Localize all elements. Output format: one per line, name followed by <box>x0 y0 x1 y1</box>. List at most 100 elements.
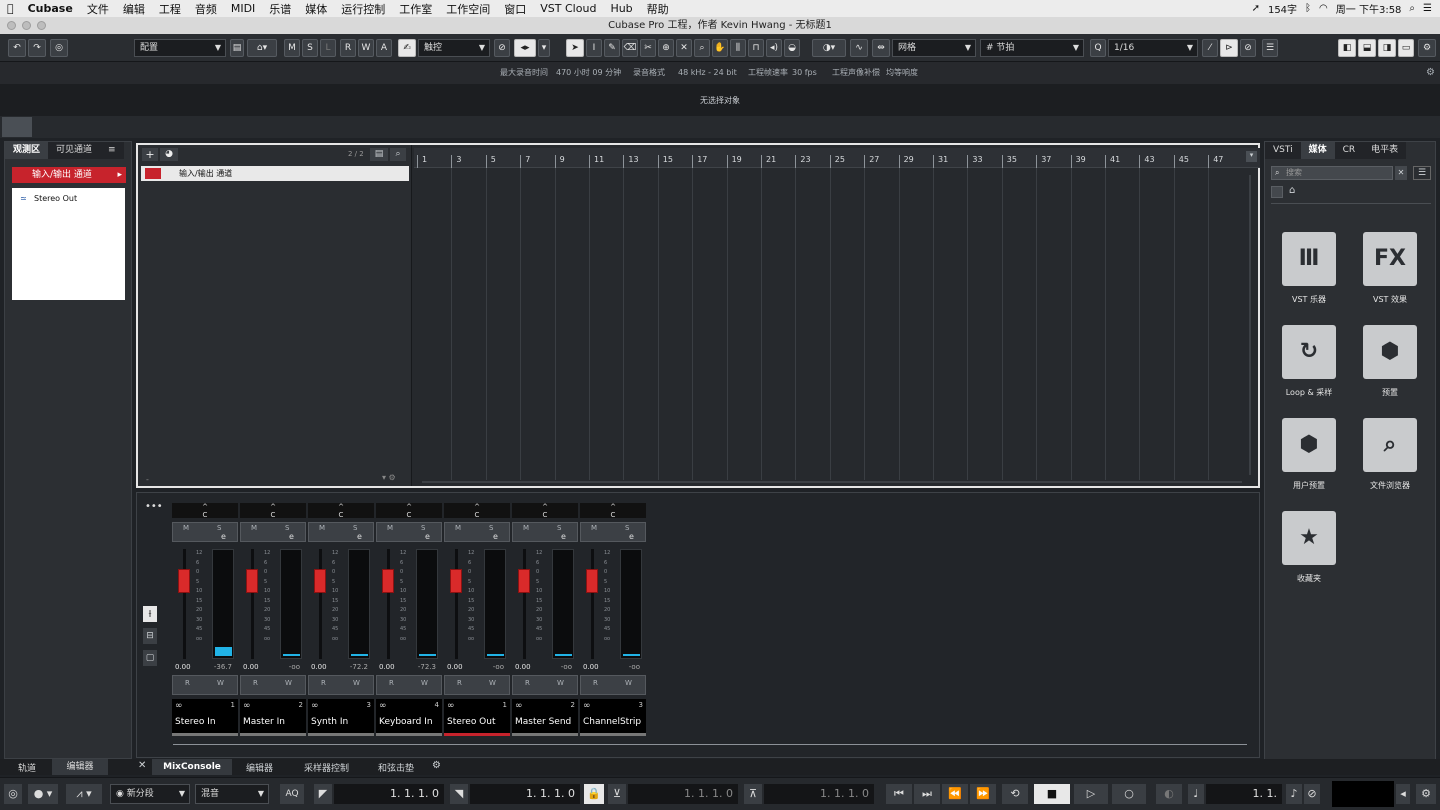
peak-value[interactable]: -36.7 <box>214 663 232 671</box>
file-browser-tile[interactable]: ⌕ <box>1363 418 1417 472</box>
spotlight-icon[interactable]: ⌕ <box>1409 3 1415 14</box>
write-automation-button[interactable]: W <box>217 679 224 687</box>
punch-toggle-icon[interactable]: ◐ <box>1156 784 1182 804</box>
tab-vsti[interactable]: VSTi <box>1265 142 1301 159</box>
color-tool-icon[interactable]: ◒ <box>784 39 800 57</box>
link-icon[interactable]: ∞ <box>175 701 183 711</box>
volume-fader[interactable]: 12 6 0 5 10 15 20 30 45 oo <box>246 549 272 659</box>
mute-button[interactable]: M <box>455 524 461 532</box>
mixer-scrollbar[interactable] <box>173 744 1247 745</box>
channel-name-box[interactable]: ∞ 3 ChannelStrip <box>580 699 646 733</box>
tab-visibility[interactable]: 可见通道 <box>48 142 101 159</box>
read-write-buttons[interactable]: RW <box>172 675 238 695</box>
fader-handle[interactable] <box>382 569 394 593</box>
transport-settings-gear-icon[interactable]: ⚙ <box>1416 784 1436 804</box>
stop-icon[interactable]: ■ <box>1034 784 1070 804</box>
channel-name-box[interactable]: ∞ 3 Synth In <box>308 699 374 733</box>
mute-solo-buttons[interactable]: M Se <box>240 522 306 542</box>
event-display[interactable] <box>414 145 1244 486</box>
mute-solo-buttons[interactable]: M Se <box>512 522 578 542</box>
auto-scroll-icon[interactable]: ◂▸ <box>514 39 536 57</box>
record-mode-select[interactable]: ◉ 新分段 ▼ <box>110 784 190 804</box>
mute-solo-buttons[interactable]: M Se <box>580 522 646 542</box>
config-menu-icon[interactable]: ⌂▾ <box>247 39 277 57</box>
read-automation-button[interactable]: R <box>525 679 530 687</box>
mute-tool-icon[interactable]: ✕ <box>676 39 692 57</box>
volume-value[interactable]: 0.00 <box>583 663 599 671</box>
minimize-window-button[interactable] <box>22 21 31 30</box>
solo-button[interactable]: S <box>285 524 289 532</box>
automation-off-icon[interactable]: ⊘ <box>494 39 510 57</box>
write-automation-button[interactable]: W <box>285 679 292 687</box>
pan-control[interactable]: ^ C <box>240 503 306 519</box>
redo-icon[interactable]: ↷ <box>28 39 46 57</box>
volume-fader[interactable]: 12 6 0 5 10 15 20 30 45 oo <box>382 549 408 659</box>
mute-solo-buttons[interactable]: M Se <box>376 522 442 542</box>
tab-editor-lower[interactable]: 编辑器 <box>246 761 273 774</box>
media-search-input[interactable]: ⌕ 搜索 <box>1271 166 1393 180</box>
link-icon[interactable]: ∞ <box>379 701 387 711</box>
color-menu-icon[interactable]: ◑▾ <box>812 39 846 57</box>
peak-value[interactable]: -oo <box>493 663 504 671</box>
go-to-start-icon[interactable]: ⏮ <box>886 784 912 804</box>
mute-button[interactable]: M <box>251 524 257 532</box>
read-automation-button[interactable]: R <box>340 39 356 57</box>
mute-button[interactable]: M <box>387 524 393 532</box>
tab-media[interactable]: 媒体 <box>1300 142 1335 159</box>
punch-out-icon[interactable]: ⊼ <box>744 784 762 804</box>
vst-instruments-tile[interactable]: Ⅲ <box>1282 232 1336 286</box>
primary-time-display[interactable]: 1. 1. <box>1206 784 1282 804</box>
read-write-buttons[interactable]: RW <box>444 675 510 695</box>
left-locator-icon[interactable]: ◤ <box>314 784 332 804</box>
menu-vst-cloud[interactable]: VST Cloud <box>533 2 603 15</box>
io-channel-button[interactable]: 输入/输出 通道 ▸ <box>12 167 126 183</box>
tab-tracks[interactable]: 轨道 <box>18 761 36 774</box>
close-window-button[interactable] <box>7 21 16 30</box>
fader-handle[interactable] <box>314 569 326 593</box>
peak-value[interactable]: -72.3 <box>418 663 436 671</box>
menu-audio[interactable]: 音频 <box>188 1 224 17</box>
menu-hub[interactable]: Hub <box>603 2 639 15</box>
mute-button[interactable]: M <box>319 524 325 532</box>
forward-icon[interactable]: ⏩ <box>970 784 996 804</box>
click-icon[interactable]: ♪ <box>1286 784 1302 804</box>
peak-value[interactable]: -oo <box>561 663 572 671</box>
transport-panel-toggle-icon[interactable]: ▭ <box>1398 39 1414 57</box>
tempo-track-icon[interactable]: ⊘ <box>1304 784 1320 804</box>
tab-chord-pads[interactable]: 和弦击垫 <box>378 761 414 774</box>
pan-control[interactable]: ^ C <box>444 503 510 519</box>
track-list-minus-icon[interactable]: - <box>146 475 149 484</box>
hand-tool-icon[interactable]: ✋ <box>712 39 728 57</box>
edit-channel-icon[interactable]: e <box>493 532 498 541</box>
edit-channel-icon[interactable]: e <box>221 532 226 541</box>
object-selection-tool-icon[interactable]: ➤ <box>566 39 584 57</box>
channel-name-box[interactable]: ∞ 1 Stereo Out <box>444 699 510 733</box>
menu-score[interactable]: 乐谱 <box>262 1 298 17</box>
tab-sampler-control[interactable]: 采样器控制 <box>304 761 349 774</box>
mute-button[interactable]: M <box>591 524 597 532</box>
meter-options-icon[interactable]: ◂ <box>1396 784 1410 804</box>
zoom-window-button[interactable] <box>37 21 46 30</box>
quantize-select[interactable]: 1/16 ▼ <box>1108 39 1198 57</box>
vertical-zoom-slider[interactable] <box>1249 175 1251 475</box>
pan-control[interactable]: ^ C <box>580 503 646 519</box>
configuration-select[interactable]: 配置 ▼ <box>134 39 226 57</box>
audio-record-mode-icon[interactable]: ⩘ ▾ <box>66 784 102 804</box>
read-automation-button[interactable]: R <box>457 679 462 687</box>
snap-type-select[interactable]: 网格 ▼ <box>892 39 976 57</box>
add-track-icon[interactable]: + <box>142 148 158 161</box>
mute-all-button[interactable]: M <box>284 39 300 57</box>
cycle-icon[interactable]: ⟲ <box>1002 784 1028 804</box>
toolbar-settings-gear-icon[interactable]: ⚙ <box>1418 39 1436 57</box>
record-mode-icon[interactable]: ● ▾ <box>28 784 58 804</box>
menu-edit[interactable]: 编辑 <box>116 1 152 17</box>
mute-button[interactable]: M <box>523 524 529 532</box>
solo-button[interactable]: S <box>557 524 561 532</box>
pan-control[interactable]: ^ C <box>172 503 238 519</box>
record-icon[interactable]: ○ <box>1112 784 1146 804</box>
mute-solo-buttons[interactable]: M Se <box>444 522 510 542</box>
fader-handle[interactable] <box>586 569 598 593</box>
pan-control[interactable]: ^ C <box>376 503 442 519</box>
solo-button[interactable]: S <box>421 524 425 532</box>
listen-button[interactable]: L <box>320 39 336 57</box>
